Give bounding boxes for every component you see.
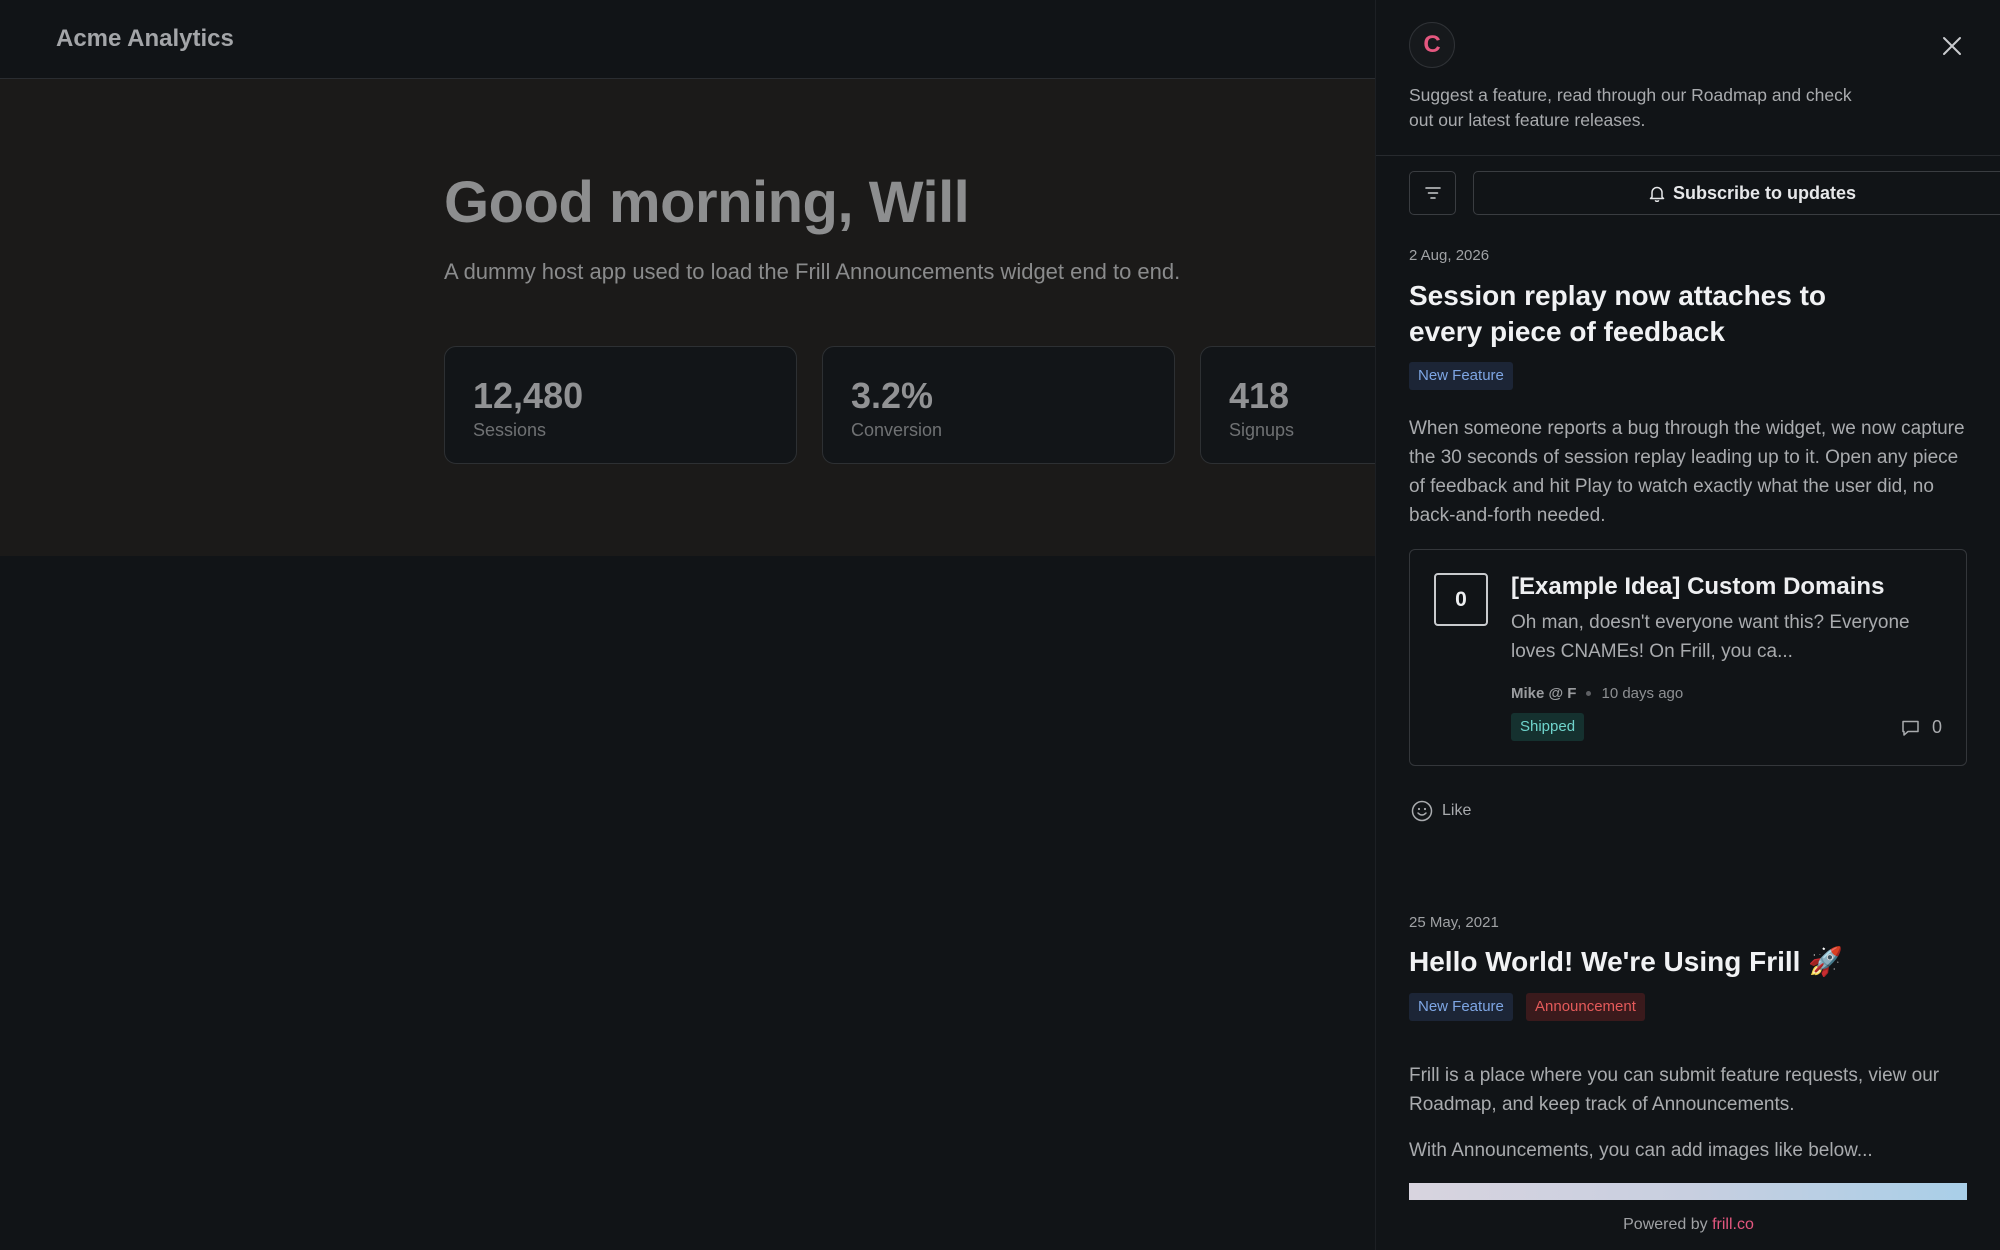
post-title[interactable]: Hello World! We're Using Frill 🚀: [1409, 944, 1969, 980]
idea-meta: Mike @ F 10 days ago: [1511, 685, 1683, 702]
filter-icon: [1424, 187, 1441, 199]
tag-announcement: Announcement: [1526, 993, 1645, 1021]
panel-description: Suggest a feature, read through our Road…: [1409, 85, 1852, 130]
hero-section: Good morning, Will A dummy host app used…: [0, 79, 1553, 556]
powered-by-footer: Powered by frill.co: [1376, 1200, 2000, 1250]
announcements-panel: C Suggest a feature, read through our Ro…: [1375, 0, 2000, 1250]
idea-title[interactable]: [Example Idea] Custom Domains: [1511, 573, 1884, 601]
app-title[interactable]: Acme Analytics: [56, 25, 234, 53]
brand-avatar: C: [1409, 22, 1455, 68]
post-title[interactable]: Session replay now attaches to every pie…: [1409, 278, 1849, 350]
post-date: 2 Aug, 2026: [1409, 247, 1490, 264]
stat-value: 12,480: [473, 375, 584, 416]
comment-count[interactable]: 0: [1901, 717, 1942, 738]
subscribe-label: Subscribe to updates: [1672, 182, 1857, 203]
comment-count-value: 0: [1932, 717, 1943, 737]
stat-value: 418: [1229, 375, 1290, 416]
frill-link[interactable]: frill.co: [1712, 1216, 1754, 1233]
greeting-heading: Good morning, Will: [444, 170, 970, 235]
hero-subtitle: A dummy host app used to load the Frill …: [444, 259, 1181, 284]
stat-card-conversion: 3.2% Conversion: [822, 346, 1175, 464]
filter-button[interactable]: [1409, 171, 1456, 215]
idea-excerpt: Oh man, doesn't everyone want this? Ever…: [1511, 612, 1910, 662]
stat-label: Signups: [1229, 420, 1295, 440]
stat-label: Sessions: [473, 420, 547, 440]
post-body: Frill is a place where you can submit fe…: [1409, 1065, 1940, 1115]
like-label: Like: [1442, 802, 1472, 819]
comment-icon: [1902, 720, 1919, 736]
separator-dot: [1586, 691, 1592, 696]
stat-card-sessions: 12,480 Sessions: [444, 346, 797, 464]
panel-header: C Suggest a feature, read through our Ro…: [1376, 0, 2000, 156]
bell-icon: [1649, 186, 1665, 202]
like-button[interactable]: Like: [1411, 800, 1471, 822]
host-header: Acme Analytics: [0, 0, 1375, 79]
upvote-button[interactable]: 0: [1434, 573, 1488, 626]
powered-by-text: Powered by: [1623, 1216, 1708, 1233]
stat-label: Conversion: [851, 420, 943, 440]
smile-icon: [1411, 800, 1433, 822]
idea-time: 10 days ago: [1601, 685, 1684, 702]
subscribe-button[interactable]: Subscribe to updates: [1473, 171, 2000, 215]
post-body: When someone reports a bug through the w…: [1409, 418, 1965, 526]
idea-author: Mike @ F: [1511, 685, 1577, 702]
post-body: With Announcements, you can add images l…: [1409, 1140, 1873, 1161]
close-button[interactable]: [1938, 32, 1966, 60]
announcement-image: [1409, 1183, 1967, 1200]
tag-new-feature: New Feature: [1409, 362, 1513, 390]
idea-card[interactable]: 0 [Example Idea] Custom Domains Oh man, …: [1409, 549, 1967, 766]
status-badge: Shipped: [1511, 713, 1585, 741]
close-icon: [1943, 37, 1961, 55]
stat-value: 3.2%: [851, 375, 934, 416]
post-date: 25 May, 2021: [1409, 914, 1499, 931]
tag-new-feature: New Feature: [1409, 993, 1513, 1021]
